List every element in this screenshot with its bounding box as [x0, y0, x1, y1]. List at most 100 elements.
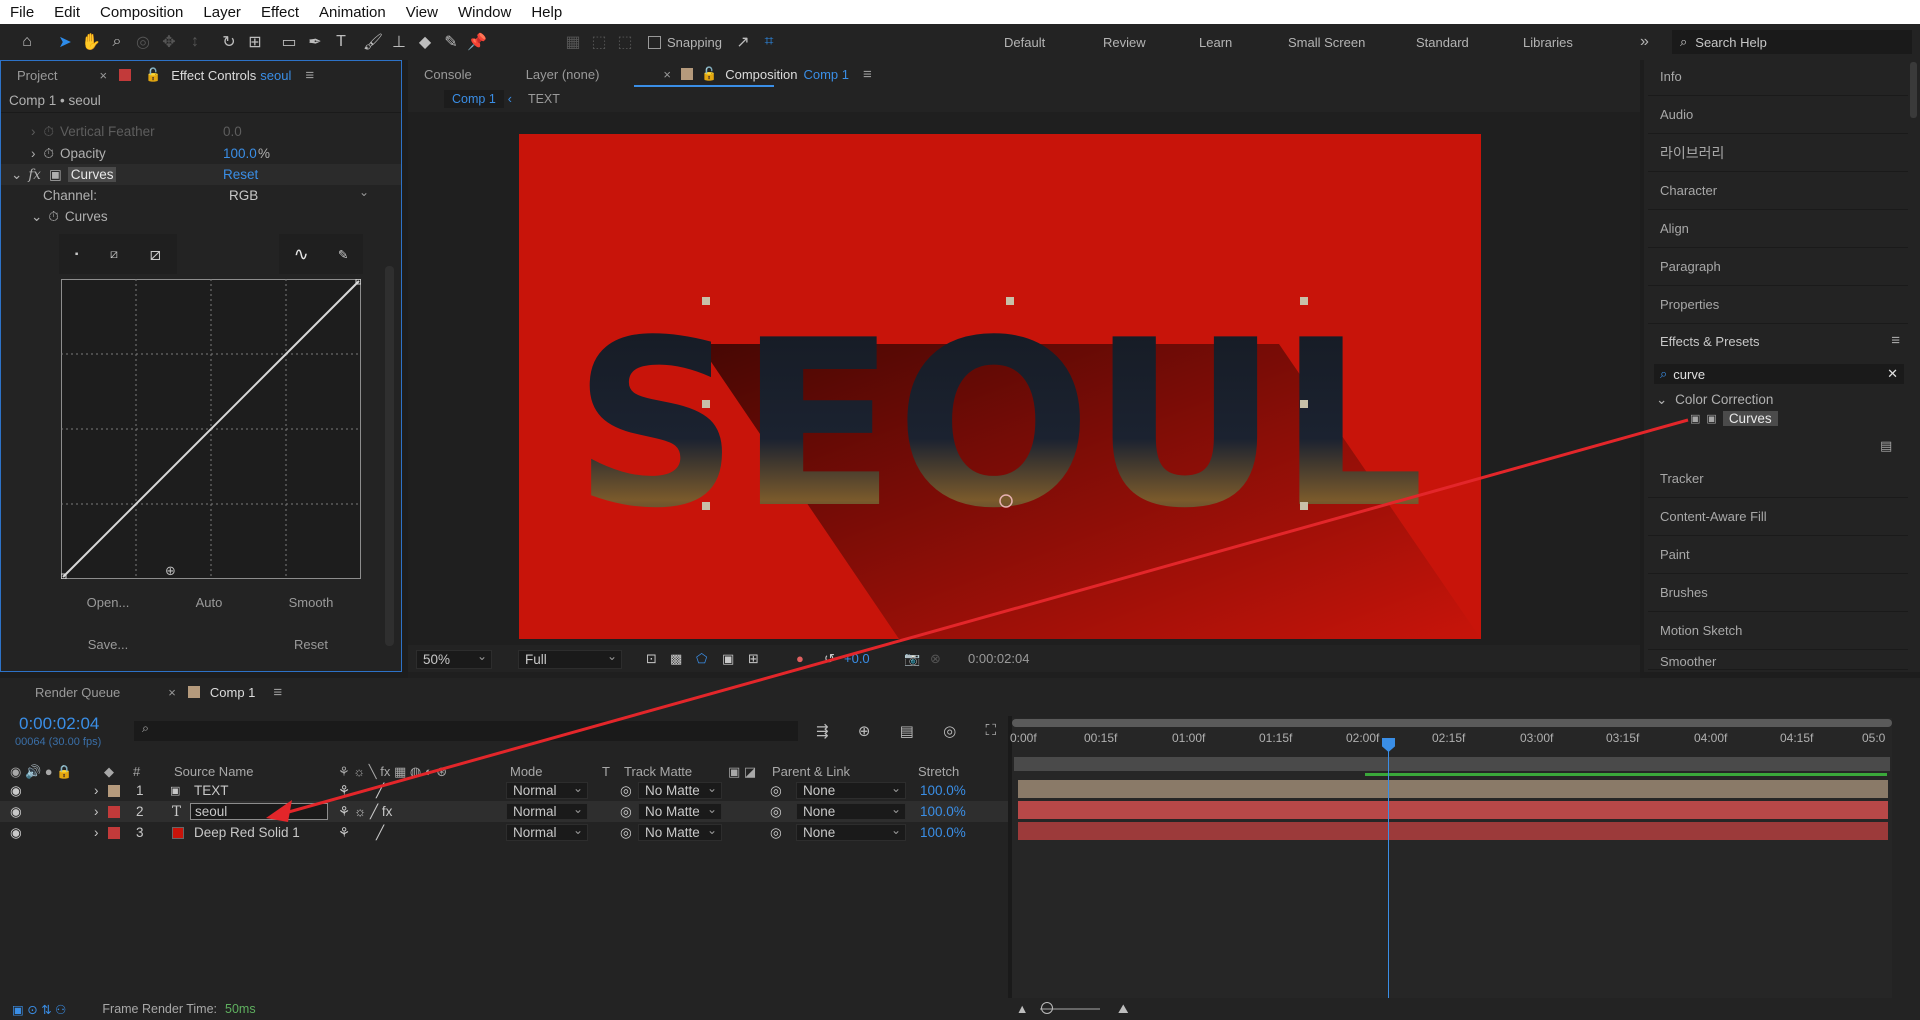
track-matte-dropdown[interactable]: No Matte	[638, 802, 722, 820]
tab-render-queue[interactable]: Render Queue	[35, 685, 120, 700]
status-icons[interactable]: ▣ ⊙ ⇅ ⚇	[12, 1002, 66, 1017]
selection-tool-icon[interactable]: ➤	[52, 29, 78, 55]
tab-composition[interactable]: Composition	[725, 67, 797, 82]
pan-camera-icon[interactable]: ✥	[156, 29, 182, 55]
snap-icon[interactable]: ↗	[730, 29, 756, 55]
panel-menu-icon[interactable]: ≡	[305, 67, 314, 84]
tab-timeline-comp[interactable]: Comp 1	[210, 685, 256, 700]
workspace-review[interactable]: Review	[1103, 24, 1146, 60]
frame-blending-icon[interactable]: ◎	[943, 722, 956, 740]
pickwhip-icon[interactable]: ◎	[770, 783, 782, 799]
roto-brush-tool-icon[interactable]: ✎	[438, 29, 464, 55]
pickwhip-icon[interactable]: ◎	[770, 804, 782, 820]
layer-name-edit[interactable]: seoul	[190, 803, 328, 820]
eraser-tool-icon[interactable]: ◆	[412, 29, 438, 55]
mask-visibility-icon[interactable]: ⬠	[696, 651, 707, 667]
zoom-slider-knob[interactable]	[1041, 1002, 1053, 1014]
stretch-value[interactable]: 100.0%	[920, 804, 966, 819]
menu-window[interactable]: Window	[448, 4, 521, 21]
resolution-dropdown[interactable]: Full	[518, 649, 622, 669]
menu-composition[interactable]: Composition	[90, 4, 193, 21]
panel-paint[interactable]: Paint	[1648, 536, 1908, 574]
menu-animation[interactable]: Animation	[309, 4, 396, 21]
nav-text[interactable]: TEXT	[528, 92, 560, 106]
zoom-dropdown[interactable]: 50%	[416, 649, 492, 669]
fx-icon[interactable]: fx	[28, 167, 41, 183]
workspace-standard[interactable]: Standard	[1416, 24, 1469, 60]
layer-row[interactable]: ◉ › 1 ▣ TEXT ⚘ ╱ Normal ◎ No Matte ◎ Non…	[0, 780, 1015, 801]
pickwhip-icon[interactable]: ◎	[770, 825, 782, 841]
grid-guides-icon[interactable]: ⊞	[748, 651, 759, 667]
panel-content-aware-fill[interactable]: Content-Aware Fill	[1648, 498, 1908, 536]
track-matte-dropdown[interactable]: No Matte	[638, 781, 722, 799]
panel-align[interactable]: Align	[1648, 210, 1908, 248]
canvas-seoul-text[interactable]: SEOUL	[573, 292, 1425, 559]
curves-open-button[interactable]: Open...	[63, 595, 153, 610]
show-snapshot-icon[interactable]: ⊗	[930, 651, 941, 667]
small-graph-icon[interactable]: ▪	[75, 249, 79, 260]
curves-effect-label[interactable]: Curves	[67, 167, 117, 182]
menu-effect[interactable]: Effect	[251, 4, 309, 21]
workspace-libraries[interactable]: Libraries	[1523, 24, 1573, 60]
zoom-in-icon[interactable]: ⛰	[1118, 1002, 1129, 1017]
expand-arrow-icon[interactable]: ›	[94, 783, 99, 798]
visibility-eye-icon[interactable]: ◉	[10, 783, 22, 799]
header-source-name[interactable]: Source Name	[174, 764, 253, 779]
quality-switch-icon[interactable]: ╱	[376, 783, 384, 799]
clone-stamp-tool-icon[interactable]: ⊥	[386, 29, 412, 55]
panel-audio[interactable]: Audio	[1648, 96, 1908, 134]
home-icon[interactable]: ⌂	[14, 29, 40, 55]
stopwatch-icon[interactable]: ⏱	[44, 146, 55, 162]
layer-name[interactable]: Deep Red Solid 1	[194, 825, 300, 840]
close-icon[interactable]: ×	[663, 67, 671, 82]
layer-bar-solid[interactable]	[1018, 822, 1888, 840]
tab-console[interactable]: Console	[424, 67, 472, 82]
parent-dropdown[interactable]: None	[796, 802, 906, 820]
graph-editor-icon[interactable]: ⛶	[985, 722, 996, 740]
dolly-camera-icon[interactable]: ↕	[182, 29, 208, 55]
shy-switch-icon[interactable]: ⚘	[338, 783, 350, 799]
fast-previews-icon[interactable]: ⊡	[646, 651, 657, 667]
vertical-feather-value[interactable]: 0.0	[223, 124, 242, 139]
effects-search-box[interactable]: ⌕ curve ✕	[1654, 364, 1904, 384]
rotate-tool-icon[interactable]: ↻	[216, 29, 242, 55]
curves-reset-link[interactable]: Reset	[223, 167, 258, 182]
panel-properties[interactable]: Properties	[1648, 286, 1908, 324]
panel-motion-sketch[interactable]: Motion Sketch	[1648, 612, 1908, 650]
snapping-toggle[interactable]: Snapping	[648, 35, 722, 50]
time-navigator-bar[interactable]	[1012, 719, 1892, 727]
menu-edit[interactable]: Edit	[44, 4, 90, 21]
menu-layer[interactable]: Layer	[193, 4, 251, 21]
mode-dropdown[interactable]: Normal	[506, 781, 588, 799]
timeline-search-input[interactable]: ⌕	[134, 721, 798, 741]
layer-label-swatch[interactable]	[108, 805, 120, 818]
clear-search-icon[interactable]: ✕	[1887, 366, 1898, 382]
bezier-curve-icon[interactable]: ∿	[294, 244, 309, 265]
stretch-value[interactable]: 100.0%	[920, 825, 966, 840]
menu-help[interactable]: Help	[521, 4, 572, 21]
world-axis-icon[interactable]: ⬚	[612, 29, 638, 55]
panel-menu-icon[interactable]: ≡	[863, 66, 872, 83]
stopwatch-icon[interactable]: ⏱	[44, 124, 55, 140]
visibility-eye-icon[interactable]: ◉	[10, 804, 22, 820]
medium-graph-icon[interactable]: ⧄	[110, 247, 118, 262]
color-channels-icon[interactable]: ●	[796, 651, 804, 666]
stopwatch-icon[interactable]: ⏱	[48, 209, 59, 225]
panel-info[interactable]: Info	[1648, 58, 1908, 96]
hand-tool-icon[interactable]: ✋	[78, 29, 104, 55]
curves-graph[interactable]: ⊕	[61, 279, 361, 579]
workspace-small-screen[interactable]: Small Screen	[1288, 24, 1365, 60]
panel-menu-icon[interactable]: ≡	[1891, 332, 1900, 349]
snapping-checkbox[interactable]	[648, 35, 661, 49]
workspace-overflow-icon[interactable]: »	[1640, 24, 1649, 60]
visibility-eye-icon[interactable]: ◉	[10, 825, 22, 841]
preserve-transparency-icon[interactable]: ◎	[620, 783, 632, 799]
parent-dropdown[interactable]: None	[796, 823, 906, 841]
puppet-pin-tool-icon[interactable]: 📌	[464, 29, 490, 55]
type-tool-icon[interactable]: T	[328, 29, 354, 55]
draft-3d-icon[interactable]: ⊕	[858, 722, 871, 740]
panel-paragraph[interactable]: Paragraph	[1648, 248, 1908, 286]
layer-name[interactable]: TEXT	[194, 783, 229, 798]
mode-dropdown[interactable]: Normal	[506, 823, 588, 841]
workspace-learn[interactable]: Learn	[1199, 24, 1232, 60]
